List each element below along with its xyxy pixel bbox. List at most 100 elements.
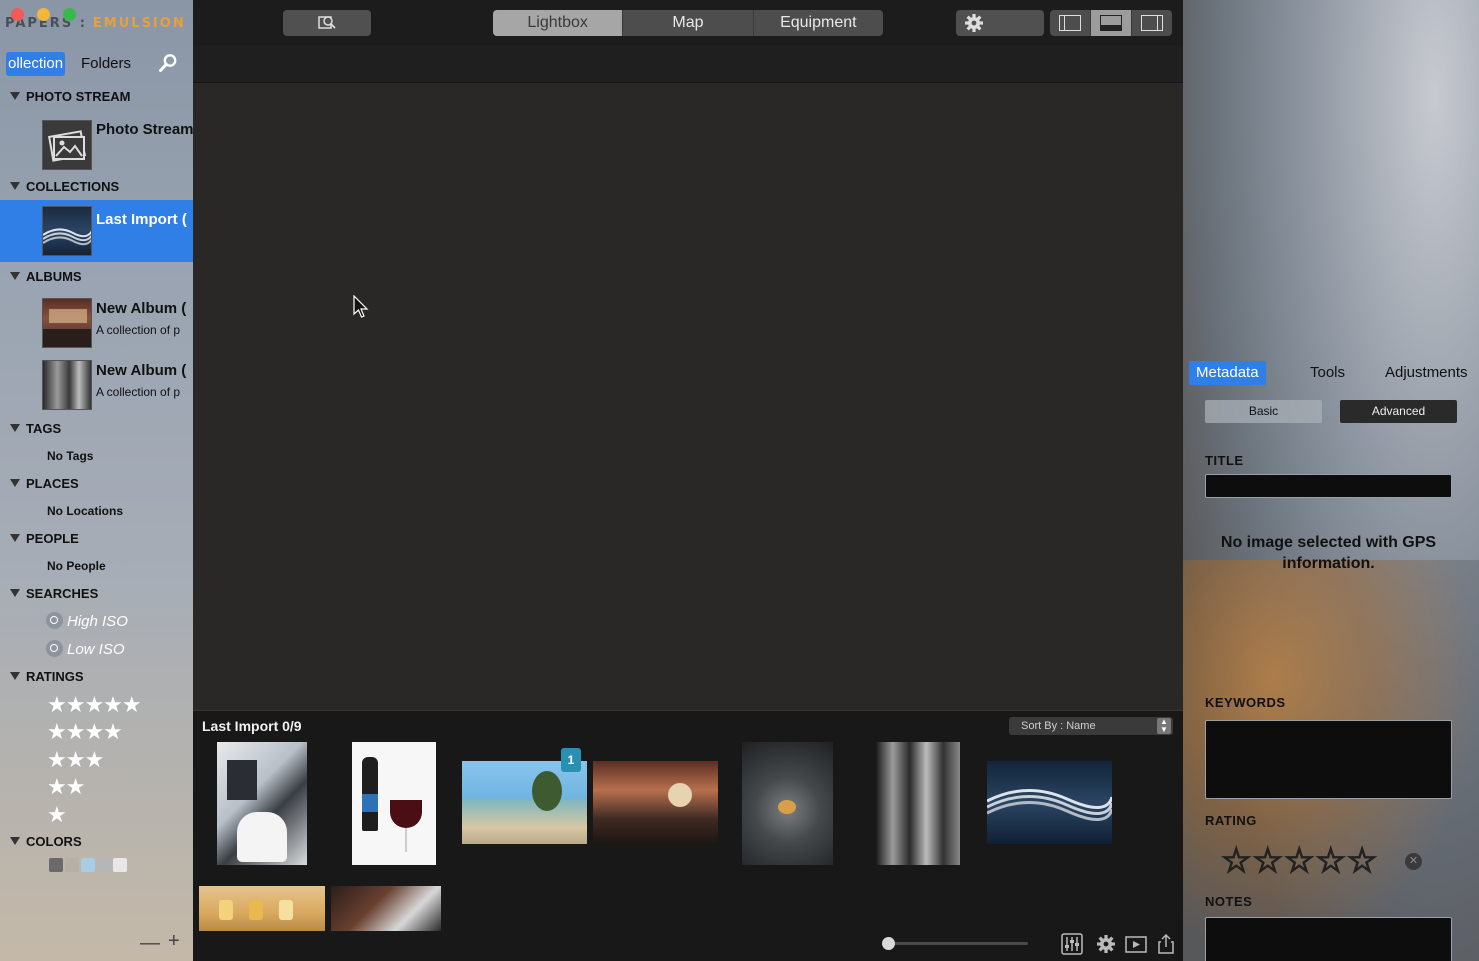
sidebar-item-album[interactable]: New Album ( A collection of p [0, 292, 193, 354]
rating-stars-input[interactable]: ☆☆☆☆☆ [1220, 841, 1378, 881]
photo-thumbnail[interactable] [217, 742, 307, 865]
disclosure-triangle-icon [10, 424, 20, 432]
color-swatch[interactable] [81, 858, 95, 872]
app-window: PAPERS : EMULSION ollection Folders PHOTO… [0, 0, 1479, 961]
app-brand: EMULSION [92, 16, 186, 31]
photo-thumbnail[interactable] [593, 761, 718, 844]
keywords-label: KEYWORDS [1205, 695, 1286, 710]
thumbnail-size-slider[interactable] [883, 942, 1028, 945]
rating-filter-4[interactable]: ★★★★ [47, 721, 123, 743]
window-close-button[interactable] [11, 8, 24, 21]
disclosure-triangle-icon [10, 589, 20, 597]
clear-rating-icon[interactable]: ✕ [1405, 853, 1422, 870]
rating-label: RATING [1205, 813, 1257, 828]
share-icon[interactable] [1155, 933, 1177, 955]
layout-left-panel-button[interactable] [1050, 10, 1091, 36]
color-swatch[interactable] [65, 858, 79, 872]
mouse-cursor-icon [353, 295, 369, 318]
settings-button[interactable] [956, 10, 1044, 36]
sidebar-right-icon [1141, 15, 1163, 31]
secondary-toolbar [193, 45, 1183, 83]
add-button[interactable]: + [168, 930, 180, 953]
rating-filter-2[interactable]: ★★ [47, 776, 85, 798]
rating-filter-5[interactable]: ★★★★★ [47, 694, 142, 716]
adjustments-sliders-icon[interactable] [1061, 933, 1083, 955]
photo-thumbnail[interactable] [742, 742, 833, 865]
sidebar-item-photo-stream[interactable]: Photo Stream [0, 114, 193, 176]
color-swatch[interactable] [49, 858, 63, 872]
view-switcher: Lightbox Map Equipment [493, 10, 883, 36]
section-people[interactable]: PEOPLE [10, 531, 79, 546]
section-searches[interactable]: SEARCHES [10, 586, 98, 601]
notes-label: NOTES [1205, 894, 1253, 909]
disclosure-triangle-icon [10, 837, 20, 845]
layout-right-panel-button[interactable] [1132, 10, 1172, 36]
app-title: PAPERS : EMULSION [5, 16, 186, 31]
rating-filter-3[interactable]: ★★★ [47, 749, 104, 771]
disclosure-triangle-icon [10, 182, 20, 190]
disclosure-triangle-icon [10, 272, 20, 280]
view-tab-map[interactable]: Map [623, 10, 754, 36]
collection-thumbnail [42, 206, 92, 256]
sidebar-item-last-import[interactable]: Last Import ( [0, 200, 193, 262]
sort-dropdown[interactable]: Sort By : Name ▲ ▼ [1009, 717, 1173, 735]
tab-adjustments[interactable]: Adjustments [1385, 361, 1468, 385]
tab-collection[interactable]: ollection [6, 52, 66, 76]
keywords-field[interactable] [1205, 720, 1452, 799]
view-tab-equipment[interactable]: Equipment [754, 10, 883, 36]
photo-stream-thumbnail [42, 120, 92, 170]
smart-search-low-iso[interactable]: Low ISO [46, 640, 125, 658]
slideshow-play-icon[interactable] [1125, 933, 1147, 955]
slider-knob[interactable] [882, 937, 895, 950]
section-places[interactable]: PLACES [10, 476, 79, 491]
color-swatch[interactable] [97, 858, 111, 872]
notes-field[interactable] [1205, 917, 1452, 961]
find-photos-button[interactable] [283, 10, 371, 36]
window-minimize-button[interactable] [37, 8, 50, 21]
tab-folders[interactable]: Folders [81, 55, 131, 72]
tab-tools[interactable]: Tools [1310, 361, 1345, 385]
metadata-advanced-button[interactable]: Advanced [1340, 400, 1457, 423]
photo-thumbnail[interactable] [876, 742, 960, 865]
search-icon[interactable] [158, 53, 178, 73]
section-colors[interactable]: COLORS [10, 834, 82, 849]
layout-bottom-panel-button[interactable] [1091, 10, 1132, 36]
album-thumbnail [42, 298, 92, 348]
photo-thumbnail[interactable] [199, 886, 325, 931]
panel-bottom-icon [1100, 15, 1122, 31]
smart-search-icon [46, 612, 63, 629]
gear-icon[interactable] [1095, 933, 1117, 955]
photo-search-icon [318, 16, 336, 29]
window-zoom-button[interactable] [63, 8, 76, 21]
album-title: New Album ( [96, 300, 187, 317]
sidebar-item-label: Last Import ( [96, 211, 187, 228]
gps-empty-message: No image selected with GPS information. [1220, 534, 1437, 572]
metadata-basic-button[interactable]: Basic [1205, 400, 1322, 423]
toolbar: Lightbox Map Equipment [193, 0, 1183, 45]
rating-filter-1[interactable]: ★ [47, 804, 67, 826]
smart-search-high-iso[interactable]: High ISO [46, 612, 128, 630]
photo-thumbnail[interactable] [987, 761, 1112, 844]
photo-thumbnail[interactable] [462, 761, 587, 844]
inspector-panel: Metadata Tools Adjustments Basic Advance… [1183, 0, 1479, 961]
disclosure-triangle-icon [10, 479, 20, 487]
section-collections[interactable]: COLLECTIONS [10, 179, 119, 194]
section-albums[interactable]: ALBUMS [10, 269, 82, 284]
color-label-filters [49, 858, 127, 872]
inspector-tabs: Metadata Tools Adjustments [1189, 361, 1479, 385]
title-field[interactable] [1205, 474, 1452, 498]
remove-button[interactable]: — [140, 932, 160, 955]
view-tab-lightbox[interactable]: Lightbox [493, 10, 624, 36]
sidebar-item-album[interactable]: New Album ( A collection of p [0, 354, 193, 416]
photo-thumbnail[interactable] [352, 742, 436, 865]
section-ratings[interactable]: RATINGS [10, 669, 84, 684]
color-swatch[interactable] [113, 858, 127, 872]
tab-metadata[interactable]: Metadata [1189, 361, 1266, 385]
lightbox-canvas[interactable] [193, 83, 1183, 710]
smart-search-icon [46, 640, 63, 657]
section-photo-stream[interactable]: PHOTO STREAM [10, 89, 131, 104]
album-subtitle: A collection of p [96, 385, 181, 399]
photo-thumbnail[interactable] [331, 886, 441, 931]
disclosure-triangle-icon [10, 672, 20, 680]
section-tags[interactable]: TAGS [10, 421, 61, 436]
